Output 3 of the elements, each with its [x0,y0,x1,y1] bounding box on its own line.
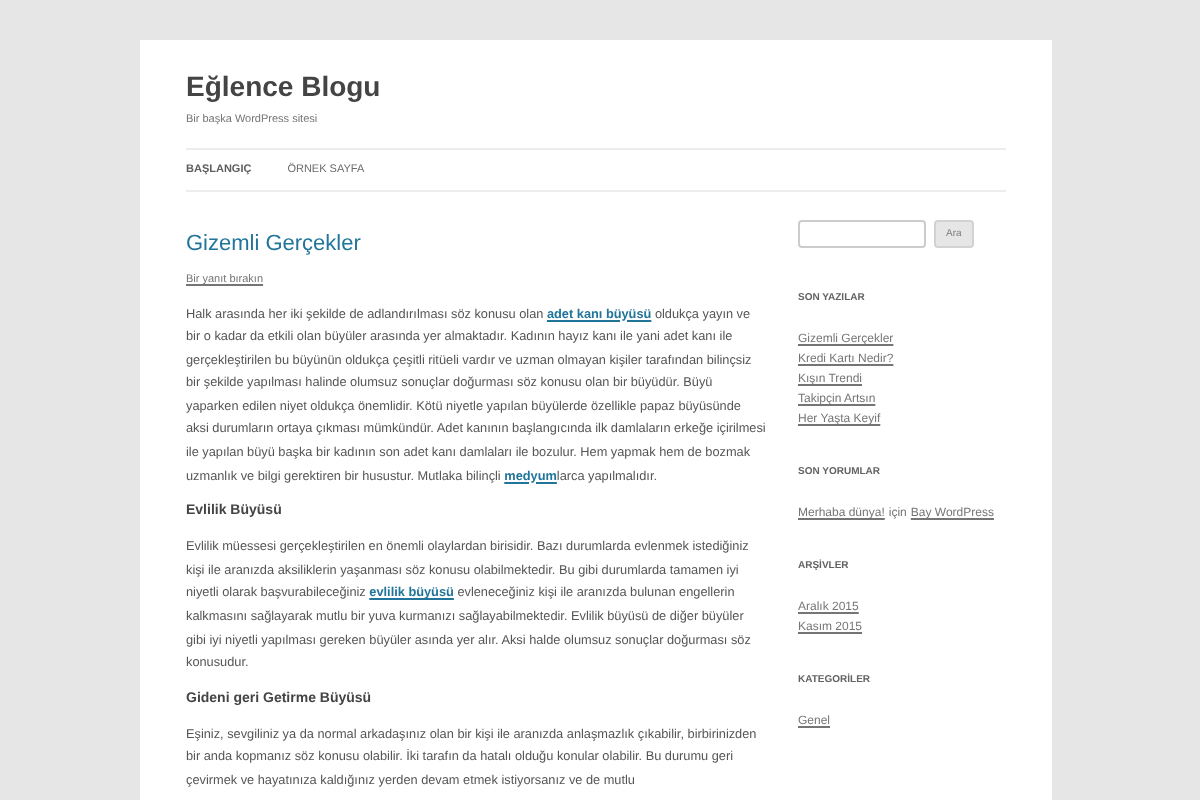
search-field[interactable] [798,220,926,249]
post-title[interactable]: Gizemli Gerçekler [186,230,766,259]
site-title[interactable]: Eğlence Blogu [186,68,1006,104]
